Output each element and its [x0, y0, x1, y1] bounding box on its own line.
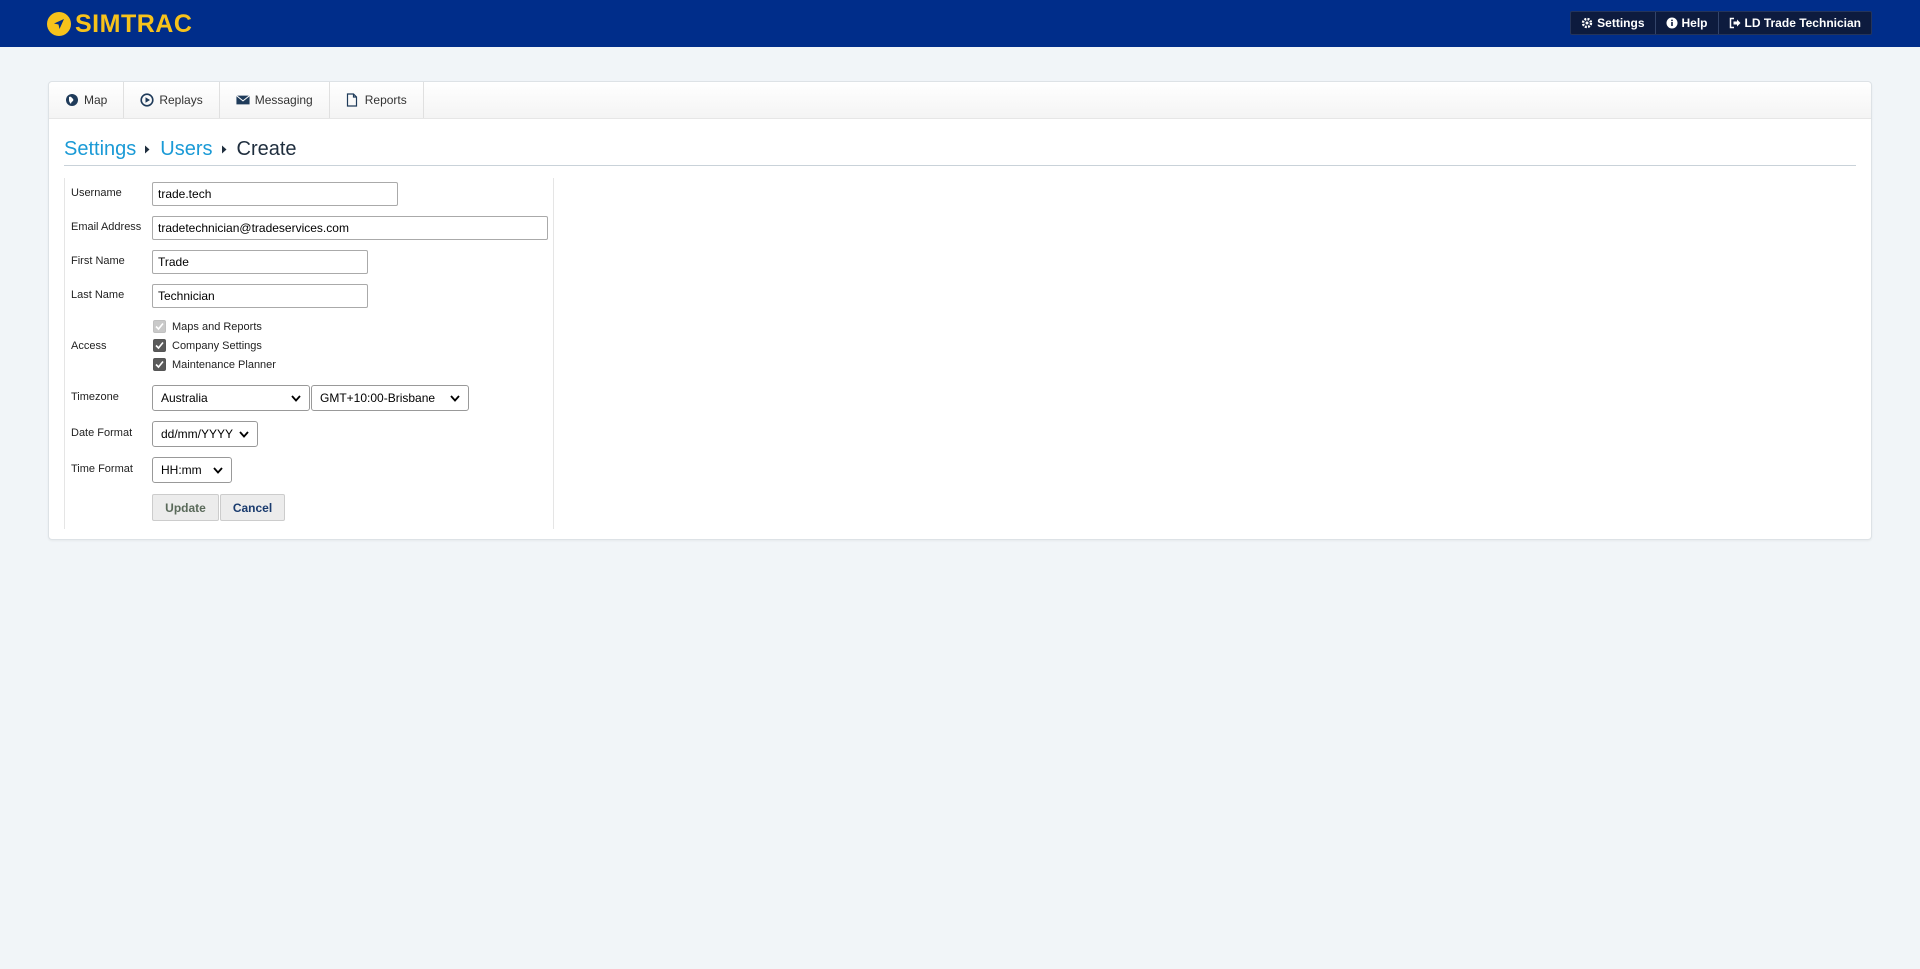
timezone-label: Timezone	[71, 391, 119, 403]
settings-button[interactable]: Settings	[1571, 12, 1656, 34]
document-icon	[346, 93, 360, 107]
access-option-label: Maps and Reports	[172, 320, 262, 333]
last-name-input[interactable]: Technician	[152, 284, 368, 308]
access-option-maps-reports[interactable]: Maps and Reports	[153, 320, 262, 333]
access-option-company-settings[interactable]: Company Settings	[153, 339, 262, 352]
tab-messaging-label: Messaging	[254, 93, 313, 107]
time-format-value: HH:mm	[161, 463, 202, 477]
breadcrumb-users[interactable]: Users	[160, 138, 212, 161]
tab-messaging[interactable]: Messaging	[220, 82, 330, 118]
help-label: Help	[1681, 16, 1708, 30]
globe-icon	[65, 93, 79, 107]
main-tabs: Map Replays Messaging Reports	[49, 82, 1871, 119]
date-format-label: Date Format	[71, 427, 133, 439]
user-create-form: Username trade.tech Email Address tradet…	[64, 178, 554, 529]
top-header: SIMTRAC Settings Help LD Trade Technicia…	[0, 0, 1920, 47]
access-option-label: Company Settings	[172, 339, 262, 352]
checkbox-checked-disabled[interactable]	[153, 320, 166, 333]
username-label: Username	[71, 187, 122, 199]
breadcrumb: Settings Users Create	[64, 138, 1856, 166]
main-panel: Map Replays Messaging Reports Settings U…	[48, 81, 1872, 540]
chevron-down-icon	[291, 394, 301, 402]
date-format-select[interactable]: dd/mm/YYYY	[152, 421, 258, 447]
username-input[interactable]: trade.tech	[152, 182, 398, 206]
tab-replays-label: Replays	[159, 93, 203, 107]
timezone-region-select[interactable]: Australia	[152, 385, 310, 411]
time-format-label: Time Format	[71, 463, 133, 475]
user-logout-button[interactable]: LD Trade Technician	[1719, 12, 1871, 34]
date-format-value: dd/mm/YYYY	[161, 427, 234, 441]
caret-right-icon	[221, 145, 229, 155]
tab-map-label: Map	[84, 93, 108, 107]
help-button[interactable]: Help	[1656, 12, 1719, 34]
chevron-down-icon	[450, 394, 460, 402]
access-option-label: Maintenance Planner	[172, 358, 276, 371]
breadcrumb-current: Create	[236, 138, 297, 160]
settings-label: Settings	[1597, 16, 1645, 30]
tab-reports-label: Reports	[364, 93, 407, 107]
time-format-select[interactable]: HH:mm	[152, 457, 232, 483]
first-name-label: First Name	[71, 255, 125, 267]
gear-icon	[1581, 17, 1593, 29]
navigation-arrow-icon	[47, 12, 71, 36]
checkbox-checked[interactable]	[153, 339, 166, 352]
timezone-region-value: Australia	[161, 391, 208, 405]
first-name-input[interactable]: Trade	[152, 250, 368, 274]
update-button[interactable]: Update	[152, 494, 219, 521]
timezone-zone-select[interactable]: GMT+10:00-Brisbane	[311, 385, 469, 411]
email-label: Email Address	[71, 221, 142, 233]
tab-replays[interactable]: Replays	[124, 82, 220, 118]
chevron-down-icon	[239, 430, 249, 438]
cancel-button[interactable]: Cancel	[220, 494, 285, 521]
checkbox-checked[interactable]	[153, 358, 166, 371]
play-circle-icon	[140, 93, 154, 107]
brand-name: SIMTRAC	[75, 9, 193, 38]
tab-reports[interactable]: Reports	[330, 82, 424, 118]
top-nav: Settings Help LD Trade Technician	[1570, 11, 1872, 35]
chevron-down-icon	[213, 466, 223, 474]
last-name-label: Last Name	[71, 289, 125, 301]
access-label: Access	[71, 340, 107, 352]
envelope-icon	[235, 93, 250, 107]
breadcrumb-settings[interactable]: Settings	[64, 138, 136, 161]
caret-right-icon	[144, 145, 152, 155]
tab-map[interactable]: Map	[49, 82, 125, 118]
sign-out-icon	[1729, 17, 1741, 29]
user-name-label: LD Trade Technician	[1744, 16, 1861, 30]
email-input[interactable]: tradetechnician@tradeservices.com	[152, 216, 548, 240]
access-option-maintenance-planner[interactable]: Maintenance Planner	[153, 358, 276, 371]
simtrac-logo[interactable]: SIMTRAC	[47, 9, 193, 38]
info-icon	[1666, 17, 1678, 29]
timezone-zone-value: GMT+10:00-Brisbane	[320, 391, 436, 405]
